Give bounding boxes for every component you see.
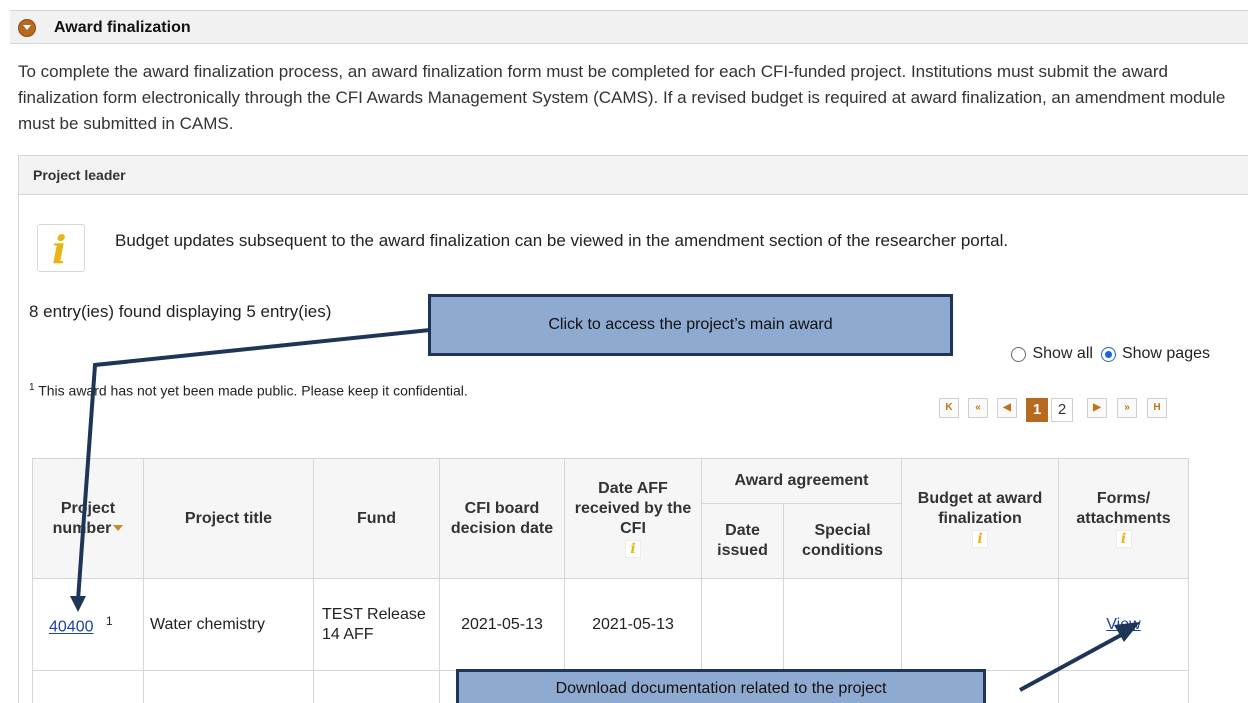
project-number-link[interactable]: 40400 xyxy=(49,619,94,636)
section-description: To complete the award finalization proce… xyxy=(18,62,1226,133)
show-all-radio[interactable] xyxy=(1011,346,1027,362)
budget-cell xyxy=(901,578,1059,671)
info-icon: i xyxy=(972,529,988,548)
fund-cell: TEST Release 14 AFF xyxy=(313,578,440,671)
show-pages-label[interactable]: Show pages xyxy=(1122,345,1210,363)
entries-count: 8 entry(ies) found displaying 5 entry(ie… xyxy=(29,302,332,321)
info-message: Budget updates subsequent to the award f… xyxy=(115,231,1009,250)
confidential-footnote: 1 This award has not yet been made publi… xyxy=(29,382,468,399)
col-board-date: CFI board decision date xyxy=(439,458,565,579)
prev-page-icon[interactable]: ◀ xyxy=(997,398,1017,418)
table-row: 40400 1 Water chemistry TEST Release 14 … xyxy=(32,578,1189,671)
info-icon: i xyxy=(37,224,85,272)
section-header[interactable]: Award finalization xyxy=(10,10,1248,44)
col-forms: Forms/ attachments i xyxy=(1058,458,1189,579)
col-date-issued: Date issued xyxy=(701,503,784,579)
date-issued-cell xyxy=(701,578,784,671)
col-project-title: Project title xyxy=(143,458,314,579)
project-title-cell: Water chemistry xyxy=(143,578,314,671)
panel-title: Project leader xyxy=(33,167,126,183)
col-fund: Fund xyxy=(313,458,440,579)
callout-main-award: Click to access the project’s main award xyxy=(428,294,953,356)
project-leader-panel: Project leader i Budget updates subseque… xyxy=(18,155,1248,703)
footnote-mark: 1 xyxy=(105,614,113,629)
col-date-aff: Date AFF received by the CFI i xyxy=(564,458,702,579)
forms-cell: View xyxy=(1058,578,1189,671)
col-project-number[interactable]: Project number xyxy=(32,458,144,579)
project-number-cell: 40400 1 xyxy=(32,578,144,671)
prev-many-icon[interactable]: « xyxy=(968,398,988,418)
sort-desc-icon[interactable] xyxy=(113,525,124,532)
show-all-label[interactable]: Show all xyxy=(1032,345,1092,363)
special-conditions-cell xyxy=(783,578,902,671)
date-aff-cell: 2021-05-13 xyxy=(564,578,702,671)
next-many-icon[interactable]: » xyxy=(1117,398,1137,418)
info-icon: i xyxy=(1115,529,1132,548)
next-page-icon[interactable]: ▶ xyxy=(1087,398,1107,418)
display-mode-radios: Show all Show pages xyxy=(1011,345,1218,363)
col-special-conditions: Special conditions xyxy=(783,503,902,579)
col-award-agreement: Award agreement xyxy=(701,458,902,504)
section-title: Award finalization xyxy=(54,19,191,36)
page-2-button[interactable]: 2 xyxy=(1051,398,1073,422)
view-link[interactable]: View xyxy=(1106,616,1140,633)
board-date-cell: 2021-05-13 xyxy=(439,578,565,671)
page-1-button[interactable]: 1 xyxy=(1026,398,1048,422)
show-pages-radio[interactable] xyxy=(1100,346,1116,362)
first-page-icon[interactable]: K xyxy=(939,398,959,418)
panel-header: Project leader xyxy=(19,156,1248,195)
info-icon: i xyxy=(625,539,641,558)
last-page-icon[interactable]: H xyxy=(1147,398,1167,418)
col-budget: Budget at award finalization i xyxy=(901,458,1059,579)
projects-table: Project number Project title Fund CFI bo… xyxy=(32,458,1189,703)
callout-download-docs: Download documentation related to the pr… xyxy=(456,669,986,703)
collapse-toggle-icon[interactable] xyxy=(18,19,36,37)
